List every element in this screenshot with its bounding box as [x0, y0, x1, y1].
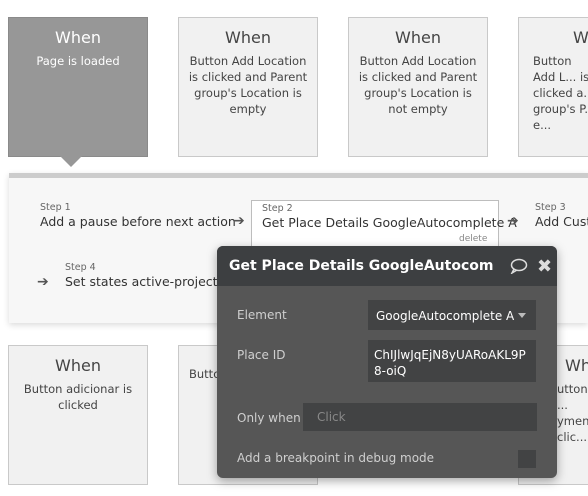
step-3[interactable]: Step 3 Add Custo	[535, 202, 588, 229]
step-number: Step 4	[65, 262, 96, 273]
card-when-label: When	[55, 28, 101, 47]
selected-card-pointer	[60, 156, 82, 167]
card-when-label: Wh	[565, 356, 588, 375]
event-card-add-location-not-empty[interactable]: When Button Add Location is clicked and …	[348, 17, 488, 157]
event-card-button-adicionar[interactable]: When Button adicionar is clicked	[8, 345, 148, 485]
place-id-value: ChIJlwJqEjN8yUARoAKL9P8-oiQ	[374, 348, 526, 378]
card-when-label: When	[225, 28, 271, 47]
only-when-label: Only when	[237, 411, 301, 425]
step-number: Step 2	[262, 203, 293, 214]
arrow-right-icon: ➔	[233, 213, 245, 229]
step-1[interactable]: Step 1 Add a pause before next action	[40, 202, 236, 229]
step-title: Add Custo	[535, 214, 588, 229]
event-card-page-loaded[interactable]: When Page is loaded	[8, 17, 148, 157]
card-description: Button adicionar is clicked	[23, 382, 133, 412]
element-dropdown-value: GoogleAutocomplete A	[376, 309, 515, 323]
card-description: Page is loaded	[36, 54, 120, 68]
close-icon[interactable]: ✖	[537, 256, 552, 277]
action-properties-dialog: Get Place Details GoogleAutocom ✖ Elemen…	[217, 246, 557, 478]
step-number: Step 1	[40, 202, 71, 213]
breakpoint-checkbox[interactable]	[518, 450, 536, 468]
dialog-header: Get Place Details GoogleAutocom ✖	[217, 246, 557, 286]
event-card-partial-right[interactable]: Wh Button Add L... is clicked a... group…	[518, 17, 588, 157]
card-description: Button Add Location is clicked and Paren…	[358, 54, 478, 116]
chevron-down-icon	[518, 313, 526, 318]
only-when-placeholder: Click	[317, 410, 346, 424]
step-4[interactable]: Step 4 Set states active-project... o	[65, 262, 241, 289]
place-id-label: Place ID	[237, 348, 286, 362]
card-when-label: When	[55, 356, 101, 375]
step-title: Get Place Details GoogleAutocomplete A	[262, 215, 517, 230]
delete-step-link[interactable]: delete	[459, 234, 487, 244]
card-description: Button Add L... is clicked a... group's …	[533, 54, 588, 132]
step-title: Add a pause before next action	[40, 214, 236, 229]
only-when-input[interactable]: Click	[303, 403, 537, 431]
arrow-right-icon: ➔	[37, 274, 49, 290]
card-when-label: Wh	[573, 28, 588, 47]
card-description: Button Add Location is clicked and Paren…	[188, 54, 308, 116]
step-title: Set states active-project... o	[65, 274, 242, 289]
step-2[interactable]: Step 2 Get Place Details GoogleAutocompl…	[262, 203, 517, 230]
element-label: Element	[237, 308, 287, 322]
card-description: utton ... ymen... clic...	[557, 382, 588, 444]
arrow-right-icon: ➔	[507, 213, 519, 229]
element-dropdown[interactable]: GoogleAutocomplete A	[368, 300, 536, 330]
dialog-title: Get Place Details GoogleAutocom	[229, 258, 494, 274]
event-card-add-location-empty[interactable]: When Button Add Location is clicked and …	[178, 17, 318, 157]
step-number: Step 3	[535, 202, 566, 213]
breakpoint-label: Add a breakpoint in debug mode	[237, 451, 435, 465]
place-id-input[interactable]: ChIJlwJqEjN8yUARoAKL9P8-oiQ	[368, 340, 536, 382]
comment-icon[interactable]	[510, 258, 528, 278]
card-when-label: When	[395, 28, 441, 47]
